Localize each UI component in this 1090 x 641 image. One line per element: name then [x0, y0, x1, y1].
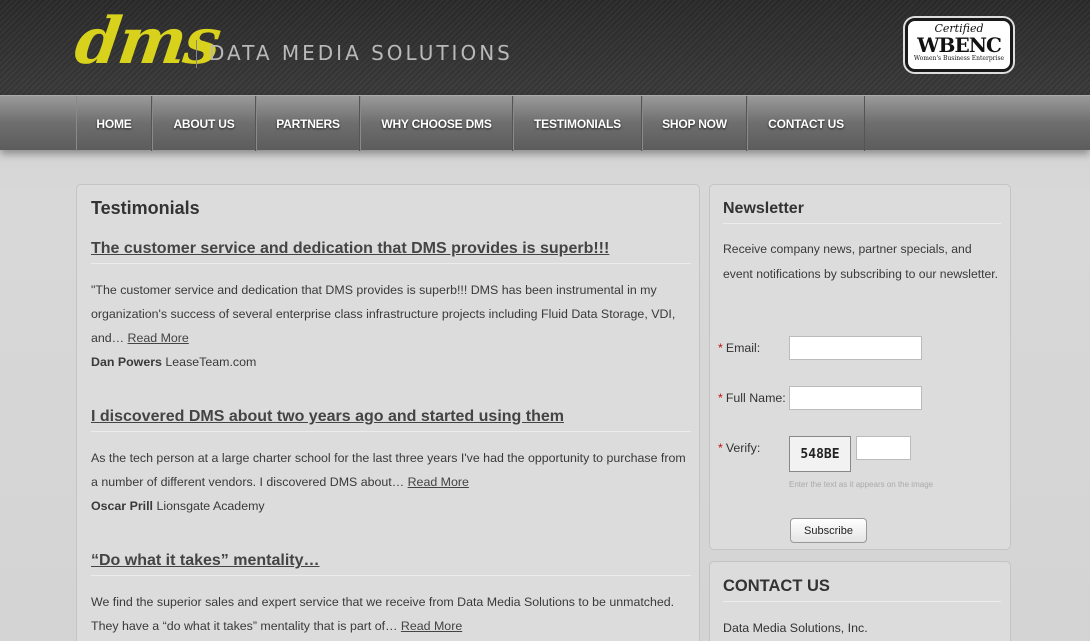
contact-panel: CONTACT US Data Media Solutions, Inc.: [709, 561, 1011, 641]
required-marker: *: [718, 391, 723, 405]
author-name: Dan Powers: [91, 355, 162, 369]
testimonials-panel: Testimonials The customer service and de…: [76, 184, 700, 641]
badge-wbenc-text: WBENC: [917, 33, 1002, 57]
verify-label: * Verify:: [718, 441, 761, 455]
nav-testimonials[interactable]: TESTIMONIALS: [513, 96, 642, 151]
site-header: dms DATA MEDIA SOLUTIONS Certified WBENC…: [0, 0, 1090, 95]
testimonial-heading-link[interactable]: “Do what it takes” mentality…: [91, 552, 691, 576]
required-marker: *: [718, 441, 723, 455]
testimonial-body: As the tech person at a large charter sc…: [91, 446, 687, 494]
testimonial-excerpt: As the tech person at a large charter sc…: [91, 451, 686, 489]
testimonial-author: Dan Powers LeaseTeam.com: [91, 350, 691, 374]
contact-company-name: Data Media Solutions, Inc.: [723, 621, 868, 635]
page-title: Testimonials: [91, 198, 200, 218]
email-field[interactable]: [789, 336, 922, 360]
testimonial-item: “Do what it takes” mentality… We find th…: [91, 552, 691, 638]
nav-home[interactable]: HOME: [76, 96, 152, 151]
dms-logo[interactable]: dms: [70, 2, 224, 82]
email-label: * Email:: [718, 341, 761, 355]
nav-why-choose-dms[interactable]: WHY CHOOSE DMS: [360, 96, 513, 151]
testimonial-body: We find the superior sales and expert se…: [91, 590, 687, 638]
contact-title: CONTACT US: [723, 577, 1001, 602]
newsletter-panel: Newsletter Receive company news, partner…: [709, 184, 1011, 550]
testimonial-item: I discovered DMS about two years ago and…: [91, 408, 691, 518]
captcha-image: 548BE: [789, 436, 851, 472]
full-name-label: * Full Name:: [718, 391, 786, 405]
testimonial-body: "The customer service and dedication tha…: [91, 278, 687, 350]
nav-partners[interactable]: PARTNERS: [256, 96, 360, 151]
author-organization: Lionsgate Academy: [156, 499, 265, 513]
main-navigation: HOME ABOUT US PARTNERS WHY CHOOSE DMS TE…: [0, 95, 1090, 151]
badge-subtitle-text: Women's Business Enterprise: [913, 55, 1005, 62]
logo-divider: [196, 40, 197, 68]
nav-about-us[interactable]: ABOUT US: [152, 96, 256, 151]
captcha-input[interactable]: [856, 436, 911, 460]
author-name: Oscar Prill: [91, 499, 153, 513]
newsletter-title: Newsletter: [723, 200, 1001, 224]
read-more-link[interactable]: Read More: [408, 475, 469, 489]
read-more-link[interactable]: Read More: [401, 619, 462, 633]
testimonial-heading-link[interactable]: I discovered DMS about two years ago and…: [91, 408, 691, 432]
subscribe-button[interactable]: Subscribe: [790, 518, 867, 543]
wbenc-certified-badge: Certified WBENC Women's Business Enterpr…: [905, 18, 1013, 72]
author-organization: LeaseTeam.com: [165, 355, 257, 369]
testimonial-item: The customer service and dedication that…: [91, 240, 691, 374]
testimonial-excerpt: We find the superior sales and expert se…: [91, 595, 675, 633]
newsletter-description: Receive company news, partner specials, …: [723, 242, 999, 281]
nav-contact-us[interactable]: CONTACT US: [747, 96, 865, 151]
read-more-link[interactable]: Read More: [128, 331, 189, 345]
captcha-hint: Enter the text as it appears on the imag…: [789, 480, 934, 489]
logo-company-name[interactable]: DATA MEDIA SOLUTIONS: [209, 41, 513, 65]
full-name-field[interactable]: [789, 386, 922, 410]
testimonial-heading-link[interactable]: The customer service and dedication that…: [91, 240, 691, 264]
required-marker: *: [718, 341, 723, 355]
nav-shop-now[interactable]: SHOP NOW: [642, 96, 747, 151]
testimonial-author: Oscar Prill Lionsgate Academy: [91, 494, 691, 518]
